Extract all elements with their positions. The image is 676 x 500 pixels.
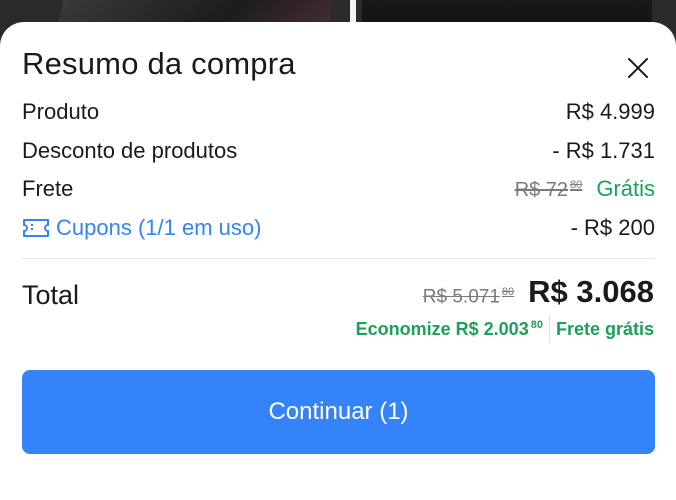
total-values: R$ 5.071 80 R$ 3.068 [423, 274, 654, 310]
total-old-price: R$ 5.071 80 [423, 286, 514, 308]
purchase-summary-sheet: Resumo da compra Produto R$ 4.999 Descon… [0, 22, 676, 500]
frete-old-price-main: R$ 72 [514, 179, 569, 201]
frete-value: Grátis [596, 176, 655, 201]
row-cupons: Cupons (1/1 em uso) - R$ 200 [22, 213, 655, 243]
row-produto: Produto R$ 4.999 [22, 97, 655, 127]
cupons-link[interactable]: Cupons (1/1 em uso) [22, 215, 261, 241]
total-old-cents: 80 [501, 285, 515, 298]
savings-main: Economize R$ 2.003 [355, 318, 529, 339]
savings-line: Economize R$ 2.003 80 Frete grátis [356, 316, 654, 342]
total-label: Total [22, 280, 80, 310]
row-desconto: Desconto de produtos - R$ 1.731 [22, 136, 655, 166]
frete-old-cents: 80 [570, 179, 583, 192]
total-value: R$ 3.068 [528, 274, 654, 309]
frete-label: Frete [22, 176, 74, 201]
row-frete: Frete R$ 72 80 Grátis [22, 174, 655, 204]
savings-cents: 80 [530, 318, 543, 331]
continue-button[interactable]: Continuar (1) [22, 370, 655, 454]
savings-separator [548, 316, 550, 342]
total-old-price-main: R$ 5.071 [422, 286, 500, 307]
produto-label: Produto [22, 99, 100, 124]
shipping-note: Frete grátis [555, 318, 654, 339]
savings-text: Economize R$ 2.003 80 [356, 319, 543, 340]
sheet-title: Resumo da compra [22, 46, 296, 81]
produto-value: R$ 4.999 [565, 99, 655, 124]
ticket-icon [23, 219, 49, 237]
cupons-label: Cupons (1/1 em uso) [56, 215, 262, 240]
close-button[interactable] [620, 50, 656, 86]
summary-divider [22, 258, 655, 259]
desconto-value: - R$ 1.731 [552, 138, 655, 163]
cupons-value: - R$ 200 [570, 215, 655, 240]
desconto-label: Desconto de produtos [22, 138, 238, 163]
frete-old-price: R$ 72 80 [515, 179, 583, 202]
frete-values: R$ 72 80 Grátis [515, 176, 655, 202]
close-icon [628, 58, 648, 78]
